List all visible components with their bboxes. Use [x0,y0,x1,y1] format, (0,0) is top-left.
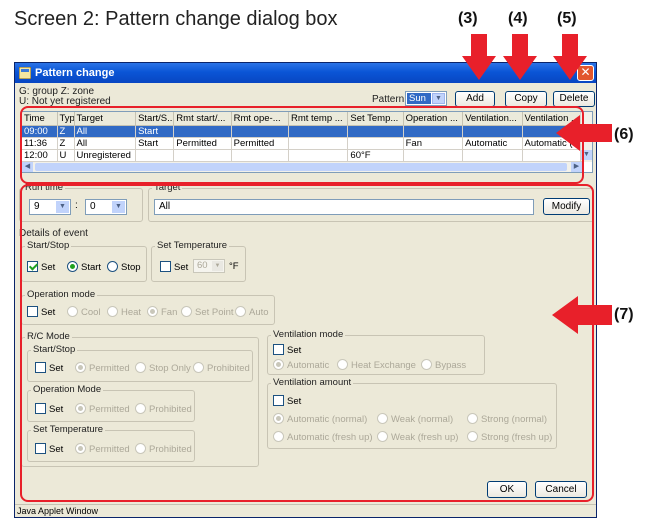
arrow-down-5-icon [553,34,587,80]
arrow-left-6-icon [556,115,612,151]
chevron-down-icon[interactable]: ▼ [432,93,445,104]
pattern-label: Pattern [372,94,405,105]
window-app-icon [19,67,31,79]
arrow-down-3-icon [462,34,496,80]
window-title: Pattern change [35,67,115,79]
callout-4: (4) [508,10,528,27]
add-button[interactable]: Add [455,91,495,107]
callout-box-7 [20,184,594,502]
screen-caption: Screen 2: Pattern change dialog box [14,8,338,30]
callout-5: (5) [557,10,577,27]
status-bar: Java Applet Window [15,504,596,517]
callout-7: (7) [614,306,634,323]
callout-3: (3) [458,10,478,27]
copy-button[interactable]: Copy [505,91,547,107]
callout-6: (6) [614,126,634,143]
arrow-left-7-icon [552,296,612,334]
pattern-select[interactable]: Sun ▼ [405,91,447,106]
callout-box-6 [20,106,584,184]
pattern-select-value: Sun [407,93,431,104]
delete-button[interactable]: Delete [553,91,595,107]
arrow-down-4-icon [503,34,537,80]
